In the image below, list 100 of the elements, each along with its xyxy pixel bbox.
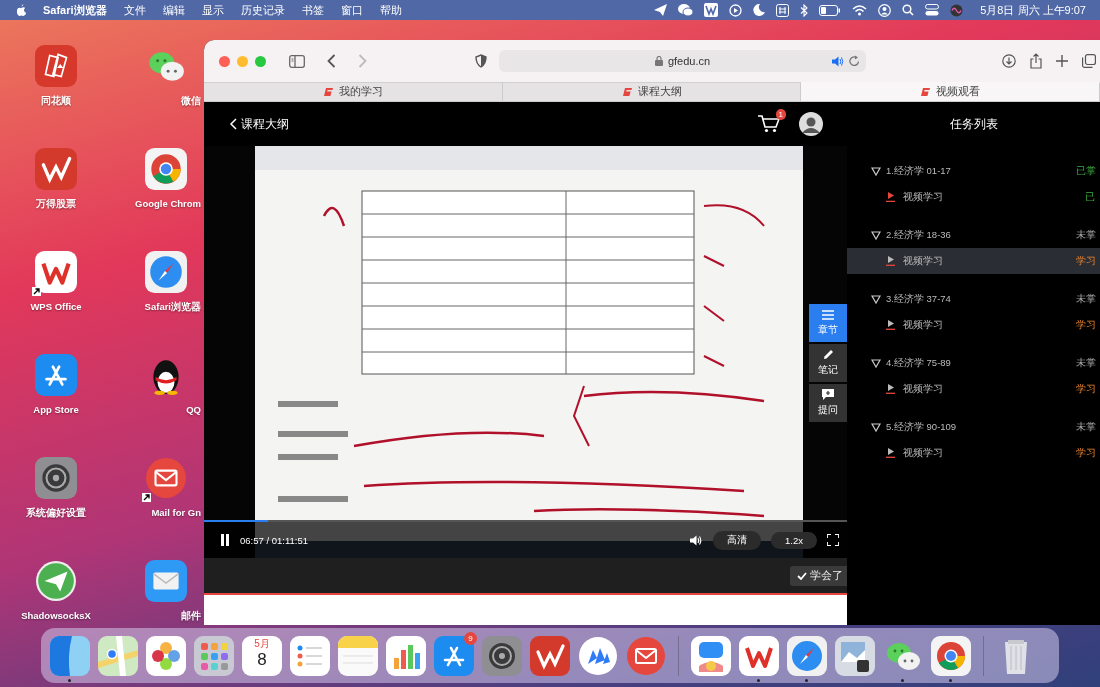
chapter-row[interactable]: 4.经济学 75-89 未掌 xyxy=(847,350,1100,376)
envelope-icon[interactable] xyxy=(145,457,187,499)
new-tab-icon[interactable] xyxy=(1056,55,1068,67)
gear-icon[interactable] xyxy=(482,635,522,676)
volume-icon[interactable] xyxy=(690,534,704,546)
lesson-row[interactable]: 视频学习 学习 xyxy=(847,312,1100,338)
app-store-icon[interactable] xyxy=(434,635,474,676)
finder-icon[interactable] xyxy=(50,635,90,676)
side-tab[interactable]: 章节 xyxy=(809,304,847,342)
menu-item[interactable]: 窗口 xyxy=(340,2,363,18)
wps-icon[interactable] xyxy=(35,251,77,293)
translate-app-icon[interactable] xyxy=(691,635,731,676)
chapter-row[interactable]: 2.经济学 18-36 未掌 xyxy=(847,222,1100,248)
chrome-icon[interactable] xyxy=(145,148,187,190)
app-store-icon[interactable] xyxy=(35,354,77,396)
menu-item[interactable]: 显示 xyxy=(201,2,224,18)
w-logo-icon[interactable] xyxy=(530,635,570,676)
bluetooth-icon[interactable] xyxy=(800,3,809,17)
app-menu[interactable]: Safari浏览器 xyxy=(43,2,107,18)
cart-icon[interactable] xyxy=(758,115,780,133)
site-logo-icon xyxy=(920,87,932,97)
lesson-status: 学习 xyxy=(1076,446,1096,460)
speed-button[interactable]: 1.2x xyxy=(771,531,817,549)
learned-button[interactable]: 学会了 xyxy=(790,565,847,586)
gear-icon[interactable] xyxy=(35,457,77,499)
compass-icon[interactable] xyxy=(145,251,187,293)
send-icon[interactable] xyxy=(654,4,668,16)
side-tab[interactable]: 笔记 xyxy=(809,344,847,382)
side-tab[interactable]: 提问 xyxy=(809,384,847,422)
menu-item[interactable]: 编辑 xyxy=(162,2,185,18)
chapter-row[interactable]: 3.经济学 37-74 未掌 xyxy=(847,286,1100,312)
bar-chart-icon[interactable] xyxy=(386,635,426,676)
w-logo-icon[interactable] xyxy=(35,148,77,190)
app-label: 同花顺 xyxy=(41,95,71,108)
lesson-row[interactable]: 视频学习 学习 xyxy=(847,248,1100,274)
menu-item[interactable]: 帮助 xyxy=(379,2,402,18)
speaker-icon[interactable] xyxy=(832,56,844,67)
chapter-title: 3.经济学 37-74 xyxy=(886,292,951,306)
close-button[interactable] xyxy=(219,55,230,67)
toggles-icon[interactable] xyxy=(925,4,940,16)
map-icon[interactable] xyxy=(98,635,138,676)
calendar-icon[interactable]: 5月 8 xyxy=(242,635,282,676)
drops-icon[interactable] xyxy=(578,635,618,676)
avatar-icon[interactable] xyxy=(799,112,823,136)
menu-item[interactable]: 书签 xyxy=(301,2,324,18)
moon-icon[interactable] xyxy=(753,4,766,16)
flower-icon[interactable] xyxy=(146,635,186,676)
compass-icon[interactable] xyxy=(787,635,827,676)
wps-icon[interactable] xyxy=(739,635,779,676)
cart-count-badge: 1 xyxy=(775,109,786,120)
apple-icon[interactable] xyxy=(16,3,27,17)
chrome-icon[interactable] xyxy=(931,635,971,676)
quality-button[interactable]: 高清 xyxy=(713,530,762,550)
app-grid-icon[interactable] xyxy=(194,635,234,676)
lesson-row[interactable]: 视频学习 学习 xyxy=(847,376,1100,402)
shield-icon[interactable] xyxy=(475,54,487,68)
site-logo-icon xyxy=(621,87,633,97)
app-label: App Store xyxy=(33,404,79,415)
browser-tab[interactable]: 我的学习 xyxy=(204,82,503,101)
search-icon[interactable] xyxy=(902,4,915,16)
paper-plane-icon[interactable] xyxy=(35,560,77,602)
menu-item[interactable]: 文件 xyxy=(123,2,146,18)
tabs-overview-icon[interactable] xyxy=(1082,54,1096,68)
reload-icon[interactable] xyxy=(849,55,860,67)
chapter-row[interactable]: 1.经济学 01-17 已掌 xyxy=(847,158,1100,184)
battery-icon[interactable] xyxy=(819,4,842,16)
back-icon[interactable] xyxy=(327,54,336,68)
app-label: Google Chrom xyxy=(135,198,201,209)
grid-input-icon[interactable] xyxy=(776,3,790,17)
wps-icon[interactable] xyxy=(704,3,719,17)
lesson-row[interactable]: 视频学习 学习 xyxy=(847,440,1100,466)
menu-item[interactable]: 历史记录 xyxy=(240,2,285,18)
lesson-row[interactable]: 视频学习 已 xyxy=(847,184,1100,210)
wifi-icon[interactable] xyxy=(852,4,868,16)
playing-cards-icon[interactable] xyxy=(35,45,77,87)
triangle-down-icon xyxy=(871,422,881,432)
chapter-row[interactable]: 5.经济学 90-109 未掌 xyxy=(847,414,1100,440)
fullscreen-icon[interactable] xyxy=(827,534,839,546)
share-icon[interactable] xyxy=(1030,53,1042,69)
menu-clock[interactable]: 5月8日 周六 上午9:07 xyxy=(980,2,1086,18)
chat-bubbles-icon[interactable] xyxy=(678,4,694,16)
pause-icon[interactable] xyxy=(220,534,230,546)
checklist-icon[interactable] xyxy=(290,635,330,676)
browser-tab[interactable]: 视频观看 xyxy=(801,82,1100,101)
app-label: WPS Office xyxy=(30,301,82,312)
download-icon[interactable] xyxy=(1002,54,1016,68)
sidebar-icon[interactable] xyxy=(289,54,305,68)
siri-icon[interactable] xyxy=(950,3,964,17)
envelope-icon[interactable] xyxy=(626,635,666,676)
play-circle-icon[interactable] xyxy=(729,3,743,17)
address-field[interactable]: gfedu.cn xyxy=(499,50,866,72)
notepad-icon[interactable] xyxy=(338,635,378,676)
video-player[interactable]: 章节 笔记 提问 06:57 / 01:11:51 高清 1.2x xyxy=(204,146,847,558)
preview-icon[interactable] xyxy=(835,635,875,676)
browser-tab[interactable]: 课程大纲 xyxy=(502,82,802,101)
user-icon[interactable] xyxy=(878,3,892,17)
chapter-title: 2.经济学 18-36 xyxy=(886,228,951,242)
envelope-icon[interactable] xyxy=(145,560,187,602)
play-icon xyxy=(886,256,895,266)
back-link[interactable]: 课程大纲 xyxy=(230,116,289,132)
